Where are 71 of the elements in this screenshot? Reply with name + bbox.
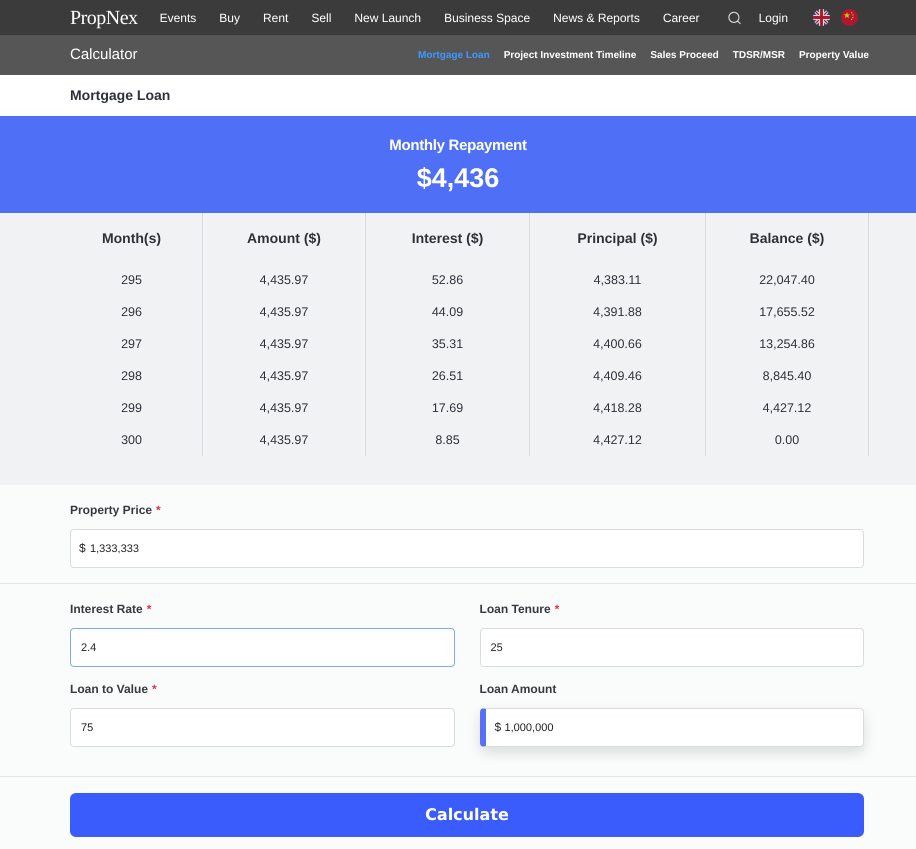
table-cell-text: 4,409.46 <box>593 368 642 385</box>
table-cell-text: 298 <box>121 368 142 385</box>
table-cell-text: 4,427.12 <box>762 400 812 417</box>
nav-link[interactable]: New Launch <box>354 8 422 26</box>
calculate-button[interactable]: Calculate <box>70 793 864 837</box>
column-header: Month(s) <box>102 229 162 248</box>
repayment-amount: $4,436 <box>416 162 500 194</box>
table-cell-text: 4,435.97 <box>260 432 308 449</box>
column-header: Principal ($) <box>577 229 658 248</box>
table-cell-text: 8.85 <box>435 432 460 449</box>
nav-link[interactable]: News & Reports <box>553 8 640 26</box>
nav-link[interactable]: Rent <box>262 8 288 26</box>
table-cell-text: 17,655.52 <box>759 304 815 321</box>
table-cell-text: 4,435.97 <box>260 272 308 289</box>
field-label: Loan to Value <box>70 681 148 698</box>
table-cell-text: 4,427.12 <box>593 432 642 449</box>
calculator-tab[interactable]: TDSR/MSR <box>732 48 785 62</box>
column-header: Balance ($) <box>750 229 824 248</box>
table-cell-text: 4,435.97 <box>260 400 308 417</box>
search-icon[interactable] <box>726 10 742 26</box>
nav-link[interactable]: Events <box>160 8 196 26</box>
table-cell-text: 13,254.86 <box>759 336 815 353</box>
table-cell-text: 300 <box>121 432 142 449</box>
field-label: Interest Rate <box>70 601 143 618</box>
login-link[interactable]: Login <box>758 8 788 26</box>
table-cell-text: 4,435.97 <box>260 368 308 385</box>
table-cell-text: 52.86 <box>432 272 464 289</box>
field-label: Loan Amount <box>480 681 556 698</box>
table-cell-text: 4,383.11 <box>594 272 642 289</box>
logo[interactable]: PropNex <box>70 8 138 28</box>
section-title: Mortgage Loan <box>70 86 170 105</box>
nav-link[interactable]: Sell <box>311 8 332 26</box>
table-cell-text: 8,845.40 <box>762 368 812 385</box>
input-field[interactable]: 2.4 <box>70 628 454 667</box>
nav-link[interactable]: Buy <box>219 8 240 26</box>
calculator-tab[interactable]: Property Value <box>798 48 869 62</box>
table-cell-text: 297 <box>121 336 142 353</box>
calculator-tab[interactable]: Sales Proceed <box>650 48 719 62</box>
table-cell-text: 296 <box>121 304 142 321</box>
required-mark: * <box>152 681 157 698</box>
required-mark: * <box>554 601 560 618</box>
column-header: Interest ($) <box>412 229 484 248</box>
field-label: Loan Tenure <box>480 601 551 618</box>
table-cell-text: 299 <box>121 400 142 417</box>
nav-link[interactable]: Business Space <box>444 8 530 26</box>
table-cell-text: 4,418.28 <box>593 400 642 417</box>
calculator-tab[interactable]: Project Investment Timeline <box>504 48 636 62</box>
table-cell-text: 22,047.40 <box>759 272 815 289</box>
input-field[interactable]: 75 <box>70 708 454 747</box>
table-cell-text: 44.09 <box>432 304 464 321</box>
table-cell-text: 4,391.88 <box>593 304 642 321</box>
table-cell-text: 4,435.97 <box>260 304 308 321</box>
chinese-flag-icon[interactable] <box>841 9 858 26</box>
page-heading: Calculator <box>70 44 138 65</box>
field-label: Property Price <box>70 502 152 519</box>
table-cell-text: 35.31 <box>432 336 464 353</box>
union-jack-flag-icon[interactable] <box>813 9 830 26</box>
table-cell-text: 295 <box>121 272 142 289</box>
currency-prefix: $ <box>494 720 502 734</box>
table-cell-text: 4,400.66 <box>593 336 642 353</box>
required-mark: * <box>156 502 161 519</box>
input-field[interactable]: 25 <box>480 628 864 667</box>
table-cell-text: 17.69 <box>432 400 464 417</box>
column-header: Amount ($) <box>247 229 321 248</box>
table-cell-text: 26.51 <box>432 368 464 385</box>
required-mark: * <box>146 601 152 618</box>
table-cell-text: 0.00 <box>774 432 800 449</box>
table-cell-text: 4,435.97 <box>260 336 308 353</box>
repayment-label: Monthly Repayment <box>389 136 527 156</box>
nav-link[interactable]: Career <box>662 8 700 26</box>
currency-prefix: $ <box>79 541 86 555</box>
